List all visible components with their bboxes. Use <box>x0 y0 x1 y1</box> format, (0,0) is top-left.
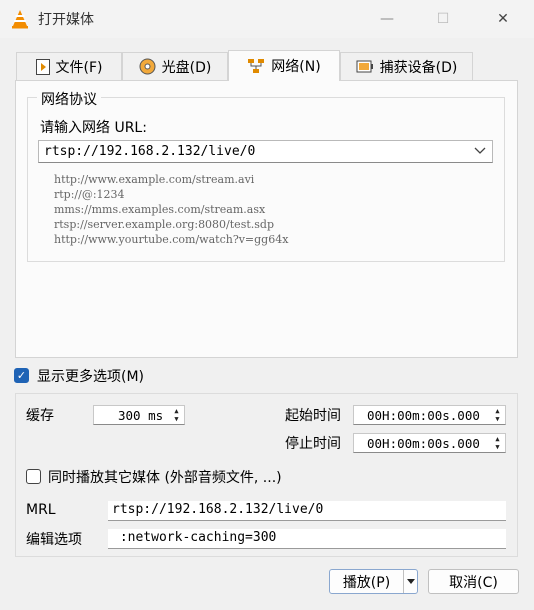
start-time-label: 起始时间 <box>285 408 341 424</box>
stop-time-label: 停止时间 <box>285 436 341 452</box>
window-title: 打开媒体 <box>38 12 94 28</box>
split-divider <box>403 570 404 593</box>
show-more-options-checkbox[interactable]: ✓ <box>14 368 29 383</box>
play-button-label: 播放(P) <box>342 574 391 591</box>
stop-time-spinbox[interactable]: 00H:00m:00s.000 ▲ ▼ <box>353 433 506 453</box>
file-play-icon <box>35 58 50 75</box>
show-more-options-label[interactable]: 显示更多选项(M) <box>37 366 144 386</box>
url-combobox[interactable]: rtsp://192.168.2.132/live/0 <box>38 140 493 163</box>
tab-network[interactable]: 网络(N) <box>228 50 340 81</box>
example-url: rtp://@:1234 <box>54 188 125 201</box>
stop-time-value: 00H:00m:00s.000 <box>367 435 480 451</box>
cache-value: 300 ms <box>118 407 164 423</box>
minimize-button[interactable]: — <box>364 0 410 38</box>
network-icon <box>248 59 265 73</box>
spin-arrows-icon[interactable]: ▲ ▼ <box>492 435 503 451</box>
example-url: http://www.example.com/stream.avi <box>54 173 255 186</box>
group-title: 网络协议 <box>37 89 101 109</box>
tab-capture-device-label: 捕获设备(D) <box>379 59 458 76</box>
mrl-label: MRL <box>26 502 56 518</box>
tab-file-label: 文件(F) <box>55 59 103 76</box>
cache-spinbox[interactable]: 300 ms ▲ ▼ <box>93 405 185 425</box>
cache-label: 缓存 <box>26 408 54 424</box>
close-button[interactable]: ✕ <box>480 0 526 38</box>
chevron-down-icon[interactable] <box>474 142 486 160</box>
example-url: rtsp://server.example.org:8080/test.sdp <box>54 218 274 231</box>
tab-disc[interactable]: 光盘(D) <box>122 52 228 80</box>
play-button[interactable]: 播放(P) <box>329 569 418 594</box>
spin-arrows-icon[interactable]: ▲ ▼ <box>171 407 182 423</box>
edit-options-field[interactable]: :network-caching=300 <box>108 529 506 549</box>
tab-network-label: 网络(N) <box>271 59 321 75</box>
cancel-button[interactable]: 取消(C) <box>428 569 519 594</box>
start-time-value: 00H:00m:00s.000 <box>367 407 480 423</box>
spin-arrows-icon[interactable]: ▲ ▼ <box>492 407 503 423</box>
dropdown-arrow-icon[interactable] <box>406 578 416 586</box>
checkmark-icon: ✓ <box>16 369 27 382</box>
example-url: mms://mms.examples.com/stream.asx <box>54 203 266 216</box>
play-another-media-label[interactable]: 同时播放其它媒体 (外部音频文件, ...) <box>48 467 282 487</box>
maximize-button[interactable]: ☐ <box>420 0 466 38</box>
capture-device-icon <box>356 60 373 72</box>
disc-icon <box>139 58 156 75</box>
tab-capture-device[interactable]: 捕获设备(D) <box>340 52 473 80</box>
mrl-field[interactable]: rtsp://192.168.2.132/live/0 <box>108 501 506 521</box>
tab-disc-label: 光盘(D) <box>161 59 212 76</box>
start-time-spinbox[interactable]: 00H:00m:00s.000 ▲ ▼ <box>353 405 506 425</box>
edit-options-label: 编辑选项 <box>26 532 82 548</box>
url-label: 请输入网络 URL: <box>40 120 147 136</box>
vlc-cone-icon <box>12 10 28 29</box>
play-another-media-checkbox[interactable] <box>26 469 41 484</box>
example-url: http://www.yourtube.com/watch?v=gg64x <box>54 233 289 246</box>
tab-file[interactable]: 文件(F) <box>16 52 122 80</box>
